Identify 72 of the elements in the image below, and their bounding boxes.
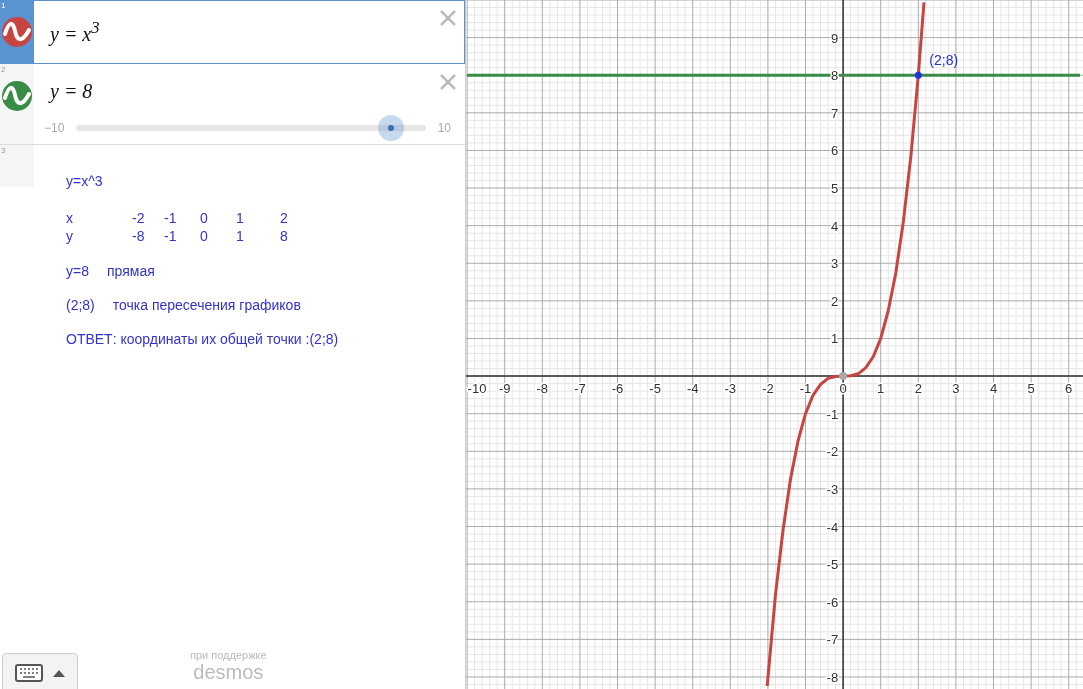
table-cell-text: -1 (164, 209, 178, 227)
axis-tick-label: -6 (611, 381, 624, 397)
axis-tick-label: 1 (877, 381, 885, 397)
row-number: 3 (1, 146, 6, 155)
row-number: 2 (1, 65, 6, 74)
axis-tick-label: -3 (724, 381, 737, 397)
table-cell-text: 1 (236, 227, 245, 245)
axis-tick-label: 6 (1065, 381, 1073, 397)
axis-tick-label: -7 (826, 632, 839, 648)
powered-by-text: при поддержке (190, 649, 267, 661)
axis-tick-label: 2 (914, 381, 922, 397)
axis-tick-label: -4 (826, 519, 839, 535)
axis-tick-label: -5 (826, 557, 839, 573)
axis-tick-label: 7 (830, 105, 839, 121)
expression-row[interactable]: 2 y = 8 −10 10 (0, 64, 465, 145)
curve-icon[interactable] (2, 17, 32, 47)
axis-tick-label: -9 (498, 381, 511, 397)
note-text: прямая (106, 263, 155, 279)
axis-tick-label: 1 (830, 331, 839, 347)
axis-tick-label: -3 (826, 481, 839, 497)
axis-tick-label: 9 (830, 30, 839, 46)
table-cell-text: 2 (280, 209, 289, 227)
table-cell-text: -2 (132, 209, 146, 227)
table-cell-text: 0 (200, 209, 209, 227)
close-icon (439, 9, 457, 27)
table-cell-text: 1 (236, 209, 245, 227)
slider-max: 10 (437, 121, 451, 135)
slider-thumb[interactable] (377, 115, 404, 141)
note-title: y=x^3 (66, 173, 104, 189)
formula-text: y = x$^{3}$ (48, 18, 101, 46)
axis-tick-label: 2 (830, 293, 839, 309)
axis-tick-label: -6 (826, 594, 839, 610)
axis-tick-label: 4 (989, 381, 998, 397)
axis-tick-label: -1 (799, 381, 812, 397)
keyboard-button[interactable] (2, 653, 78, 689)
caret-up-icon (53, 669, 65, 677)
expression-row[interactable]: 1 y = x$^{3}$ (0, 0, 465, 64)
axis-tick-label: 5 (1027, 381, 1035, 397)
axis-tick-label: -10 (467, 381, 487, 397)
axis-tick-label: -8 (536, 381, 549, 397)
axis-tick-label: 3 (952, 381, 960, 397)
axis-tick-label: -2 (762, 381, 774, 397)
keyboard-icon (15, 664, 43, 682)
close-icon (439, 73, 457, 91)
axis-tick-label: -5 (649, 381, 661, 397)
table-cell-text: -8 (132, 227, 146, 245)
point-label: (2;8) (929, 52, 959, 69)
axis-tick-label: 4 (830, 218, 839, 234)
note-text: y=8 (66, 263, 89, 279)
table-cell-text: 8 (280, 227, 289, 245)
axis-tick-label: 5 (830, 181, 839, 197)
axis-tick-label: -2 (826, 444, 839, 460)
curve-icon[interactable] (2, 81, 32, 111)
axis-tick-label: -8 (826, 669, 839, 685)
axis-tick-label: -4 (686, 381, 699, 397)
note-text: (2;8) (66, 297, 95, 313)
formula-text: y = 8 (48, 80, 94, 103)
slider-track[interactable] (76, 115, 426, 141)
axis-tick-label: -1 (826, 406, 839, 422)
row-number: 1 (1, 1, 6, 10)
axis-tick-label: -7 (574, 381, 586, 397)
slider-min: −10 (44, 121, 65, 135)
table-cell-text: x (66, 209, 74, 227)
table-cell-text: -1 (164, 227, 178, 245)
note-text: точка пересечения графиков (112, 297, 301, 313)
origin-point (839, 372, 848, 381)
note-text: ОТВЕТ: координаты их общей точки :(2;8) (66, 331, 339, 347)
table-cell-text: 0 (200, 227, 209, 245)
intersection-point[interactable] (914, 71, 922, 79)
table-cell-text: y (66, 227, 74, 245)
axis-tick-label: 3 (830, 256, 839, 272)
axis-tick-label: 6 (830, 143, 839, 159)
